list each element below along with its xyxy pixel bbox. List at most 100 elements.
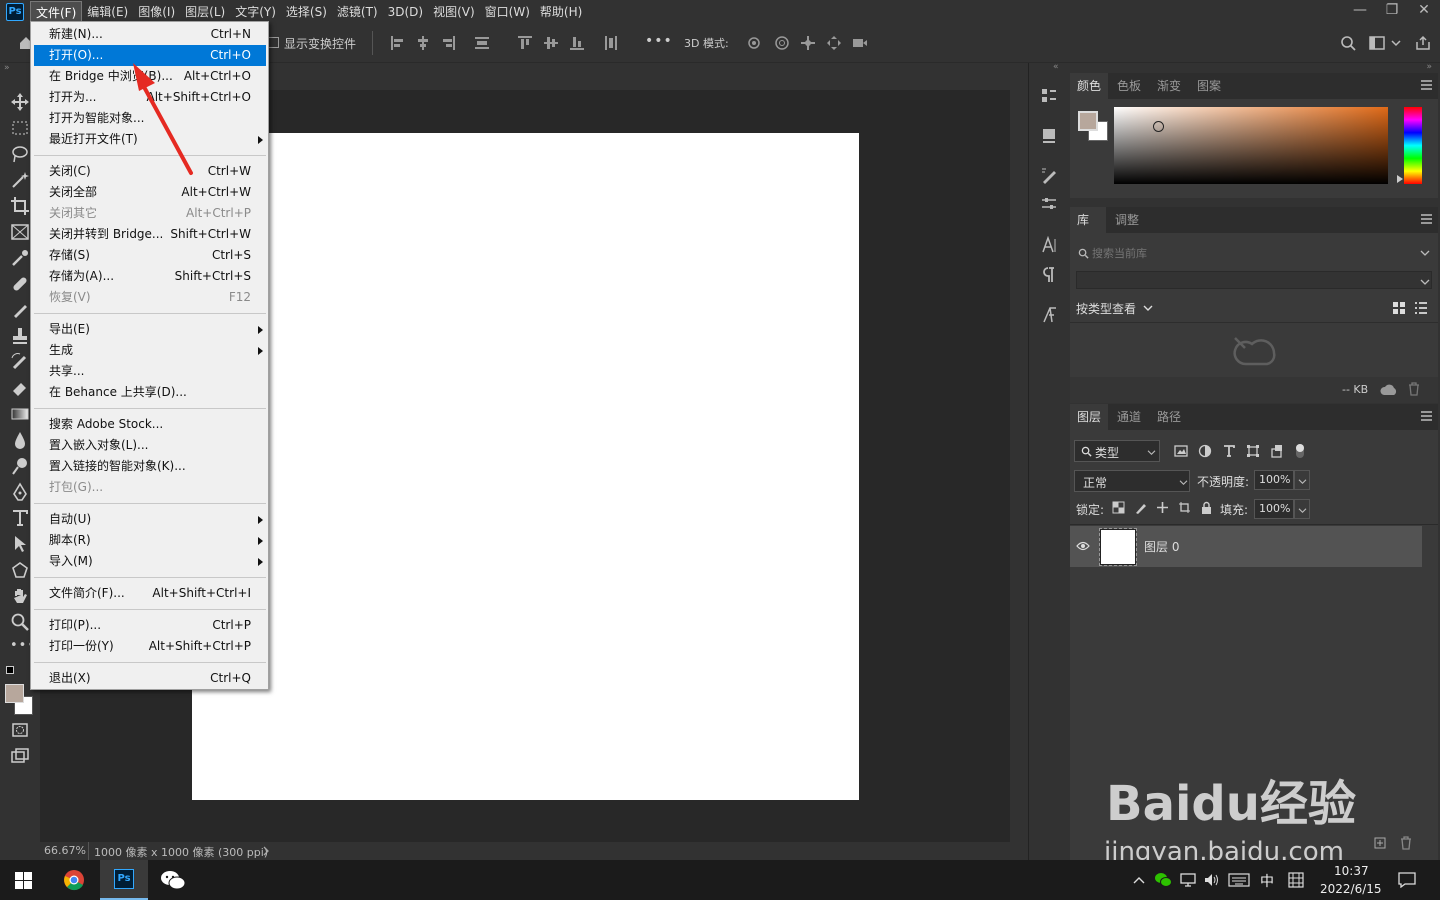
menu-image[interactable]: 图像(I) <box>133 1 180 23</box>
library-search-input[interactable] <box>1092 243 1412 263</box>
visibility-eye-icon[interactable] <box>1076 541 1090 551</box>
menu-3d[interactable]: 3D(D) <box>383 1 428 23</box>
taskbar-photoshop-item[interactable]: Ps <box>100 860 148 900</box>
menu-file[interactable]: 文件(F) <box>30 0 83 23</box>
canvas[interactable] <box>192 133 859 800</box>
network-icon[interactable] <box>1180 872 1196 888</box>
color-field[interactable] <box>1114 107 1388 184</box>
tab-swatches[interactable]: 色板 <box>1110 73 1148 99</box>
layer-row[interactable]: 图层 0 <box>1070 526 1422 567</box>
fill-input[interactable]: 100% <box>1254 499 1294 519</box>
chevron-down-icon[interactable] <box>1143 304 1153 312</box>
blend-mode-select[interactable]: 正常 <box>1074 470 1190 492</box>
eyedropper-tool-icon[interactable] <box>10 248 30 268</box>
file-menu-item[interactable]: 打印(P)... Ctrl+P <box>34 615 266 636</box>
filter-shape-icon[interactable] <box>1246 444 1260 458</box>
zoom-tool-icon[interactable] <box>10 612 30 632</box>
file-menu-item[interactable]: 置入嵌入对象(L)... <box>34 435 266 456</box>
filter-adjustment-icon[interactable] <box>1198 444 1212 458</box>
filter-toggle[interactable] <box>1296 444 1304 458</box>
properties-panel-icon[interactable] <box>1040 126 1058 144</box>
lock-all-icon[interactable] <box>1200 501 1213 514</box>
file-menu-item[interactable]: 搜索 Adobe Stock... <box>34 414 266 435</box>
hue-slider[interactable] <box>1404 107 1422 184</box>
zoom-level[interactable]: 66.67% <box>44 844 86 857</box>
gradient-tool-icon[interactable] <box>10 404 30 424</box>
frame-tool-icon[interactable] <box>10 222 30 242</box>
chevron-right-icon[interactable] <box>262 846 270 856</box>
hue-slider-handle[interactable] <box>1397 175 1403 183</box>
layers-scrollbar[interactable] <box>1422 526 1438 567</box>
list-view-icon[interactable] <box>1414 301 1428 315</box>
align-top-icon[interactable] <box>517 35 533 51</box>
tab-libraries[interactable]: 库 <box>1070 207 1106 233</box>
menu-select[interactable]: 选择(S) <box>281 1 332 23</box>
file-menu-item[interactable]: 脚本(R) <box>34 530 266 551</box>
opacity-input[interactable]: 100% <box>1254 470 1294 490</box>
3d-slide-icon[interactable] <box>826 35 842 51</box>
layer-filter-select[interactable]: 类型 <box>1074 440 1160 462</box>
menu-filter[interactable]: 滤镜(T) <box>332 1 383 23</box>
stamp-tool-icon[interactable] <box>10 326 30 346</box>
screen-mode-icon[interactable] <box>10 746 30 766</box>
file-menu-item[interactable]: 关闭并转到 Bridge... Shift+Ctrl+W <box>34 224 266 245</box>
align-hcenter-icon[interactable] <box>415 35 431 51</box>
keyboard-icon[interactable] <box>1228 872 1250 888</box>
chevron-down-icon[interactable] <box>1391 35 1401 51</box>
character-panel-icon[interactable] <box>1040 236 1058 254</box>
opacity-dropdown[interactable] <box>1294 470 1310 490</box>
chevron-up-icon[interactable] <box>1133 875 1145 885</box>
restore-button[interactable]: ❐ <box>1376 0 1408 23</box>
ime-indicator[interactable]: 中 <box>1260 871 1274 891</box>
windows-start-icon[interactable] <box>15 872 32 889</box>
file-menu-item[interactable]: 存储为(A)... Shift+Ctrl+S <box>34 266 266 287</box>
3d-roll-icon[interactable] <box>774 35 790 51</box>
pen-tool-icon[interactable] <box>10 482 30 502</box>
fill-dropdown[interactable] <box>1294 499 1310 519</box>
history-panel-icon[interactable] <box>1040 87 1058 105</box>
file-menu-item[interactable]: 文件简介(F)... Alt+Shift+Ctrl+I <box>34 583 266 604</box>
blur-tool-icon[interactable] <box>10 430 30 450</box>
more-options-button[interactable]: ••• <box>645 33 673 49</box>
hand-tool-icon[interactable] <box>10 586 30 606</box>
tab-color[interactable]: 颜色 <box>1070 73 1109 99</box>
file-menu-item[interactable]: 生成 <box>34 340 266 361</box>
brush-settings-icon[interactable] <box>1040 167 1058 185</box>
layer-name[interactable]: 图层 0 <box>1144 538 1179 555</box>
panel-menu-icon[interactable] <box>1421 80 1432 90</box>
brush-tool-icon[interactable] <box>10 300 30 320</box>
align-vcenter-icon[interactable] <box>543 35 559 51</box>
cloud-sync-icon[interactable] <box>1380 383 1398 397</box>
delete-icon[interactable] <box>1408 382 1420 396</box>
3d-pan-icon[interactable] <box>800 35 816 51</box>
file-menu-item[interactable]: 置入链接的智能对象(K)... <box>34 456 266 477</box>
color-foreground-swatch[interactable] <box>1078 111 1098 131</box>
paragraph-panel-icon[interactable] <box>1040 265 1058 283</box>
clock-time[interactable]: 10:37 <box>1334 864 1369 878</box>
path-selection-tool-icon[interactable] <box>10 534 30 554</box>
file-menu-item[interactable]: 存储(S) Ctrl+S <box>34 245 266 266</box>
menu-type[interactable]: 文字(Y) <box>230 1 281 23</box>
tab-paths[interactable]: 路径 <box>1150 404 1188 430</box>
distribute-icon[interactable] <box>474 35 490 51</box>
panel-menu-icon[interactable] <box>1421 214 1432 224</box>
share-icon[interactable] <box>1415 35 1431 51</box>
crop-tool-icon[interactable] <box>10 196 30 216</box>
chrome-icon[interactable] <box>63 869 85 891</box>
magic-wand-tool-icon[interactable] <box>10 170 30 190</box>
library-select[interactable] <box>1076 271 1432 289</box>
document-info[interactable]: 1000 像素 x 1000 像素 (300 ppi) <box>94 844 268 860</box>
layer-thumbnail[interactable] <box>1099 528 1137 566</box>
eraser-tool-icon[interactable] <box>10 378 30 398</box>
grid-view-icon[interactable] <box>1392 301 1406 315</box>
vertical-scrollbar[interactable] <box>1010 90 1028 842</box>
search-icon[interactable] <box>1340 35 1356 51</box>
3d-orbit-icon[interactable] <box>746 35 762 51</box>
file-menu-item[interactable]: 自动(U) <box>34 509 266 530</box>
healing-brush-tool-icon[interactable] <box>10 274 30 294</box>
tab-gradients[interactable]: 渐变 <box>1150 73 1188 99</box>
notification-icon[interactable] <box>1398 872 1416 888</box>
tab-adjustments[interactable]: 调整 <box>1108 207 1146 233</box>
view-by-type-label[interactable]: 按类型查看 <box>1076 300 1136 317</box>
menu-layer[interactable]: 图层(L) <box>180 1 230 23</box>
